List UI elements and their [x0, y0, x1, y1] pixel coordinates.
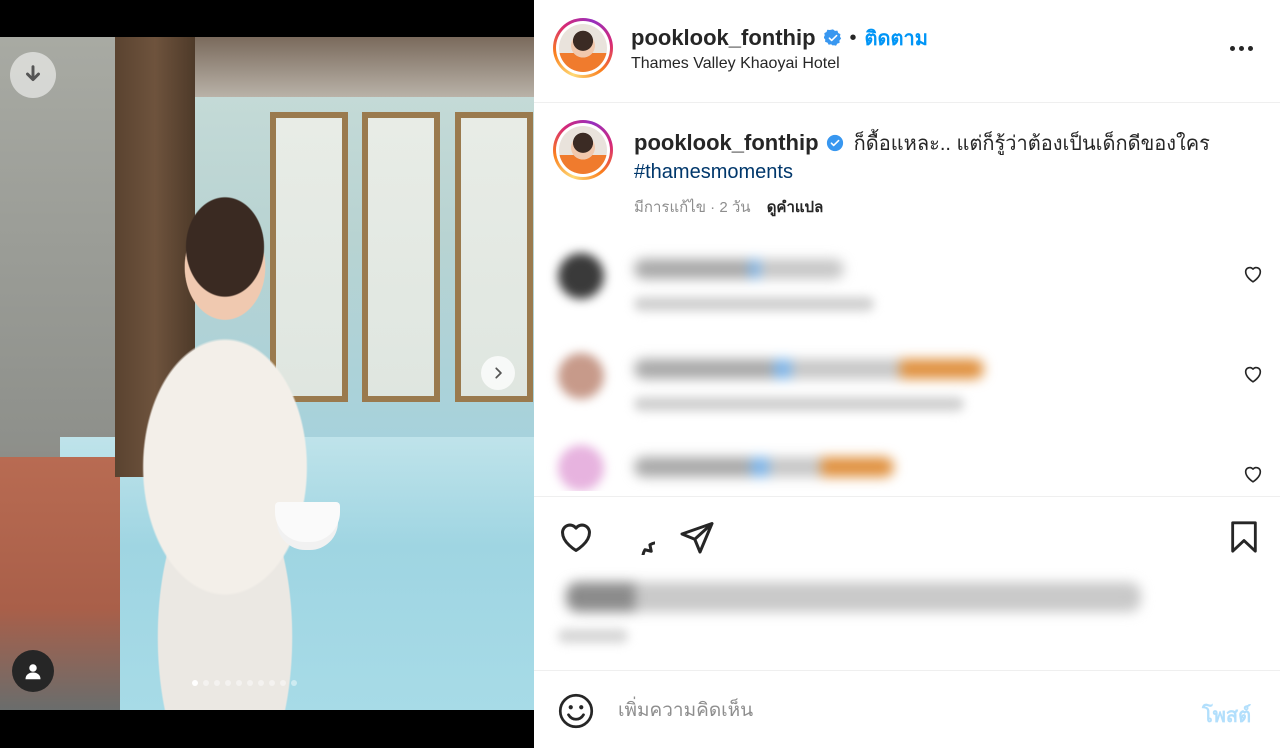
verified-badge-icon: [826, 134, 844, 152]
author-username[interactable]: pooklook_fonthip: [631, 25, 816, 51]
carousel-dot: [203, 680, 209, 686]
download-button[interactable]: [10, 52, 56, 98]
post-header: pooklook_fonthip • ติดตาม Thames Valley …: [534, 0, 1280, 103]
comment-meta-blurred: [634, 397, 964, 411]
photo-window: [362, 112, 440, 402]
more-options-button[interactable]: [1224, 34, 1258, 62]
carousel-dot: [236, 680, 242, 686]
photo-roof: [195, 37, 534, 97]
caption-hashtag[interactable]: #thamesmoments: [634, 161, 793, 183]
post-date-blurred: [558, 629, 628, 643]
post-actions: [534, 496, 1280, 671]
caption-edited-time: มีการแก้ไข · 2 วัน: [634, 199, 751, 216]
carousel-dot: [258, 680, 264, 686]
comment-button[interactable]: [617, 517, 657, 557]
like-button[interactable]: [556, 517, 596, 557]
comment-avatar[interactable]: [558, 445, 604, 491]
bookmark-icon: [1231, 521, 1257, 553]
author-line: pooklook_fonthip • ติดตาม: [631, 22, 928, 54]
more-icon-dot: [1238, 45, 1244, 51]
tagged-users-button[interactable]: [12, 650, 54, 692]
save-button[interactable]: [1224, 517, 1264, 557]
share-button[interactable]: [677, 517, 717, 557]
author-avatar[interactable]: [553, 18, 613, 78]
comment-avatar[interactable]: [558, 253, 604, 299]
carousel-dot: [192, 680, 198, 686]
likes-count-blurred: [566, 582, 1141, 612]
post-sidebar: pooklook_fonthip • ติดตาม Thames Valley …: [534, 0, 1280, 748]
share-icon: [680, 522, 714, 554]
carousel-indicator: [192, 680, 297, 686]
follow-button[interactable]: ติดตาม: [865, 22, 928, 54]
caption-avatar[interactable]: [553, 120, 613, 180]
carousel-dot: [291, 680, 297, 686]
post-modal: pooklook_fonthip • ติดตาม Thames Valley …: [0, 0, 1280, 748]
carousel-dot: [214, 680, 220, 686]
caption-body: pooklook_fonthip ก็ดื้อแหละ.. แต่ก็รู้ว่…: [634, 129, 1254, 186]
translate-link[interactable]: ดูคำแปล: [767, 199, 824, 216]
carousel-dot: [247, 680, 253, 686]
comment-text-blurred: [634, 259, 844, 279]
post-photo[interactable]: [0, 37, 534, 710]
caption-meta: มีการแก้ไข · 2 วัน ดูคำแปล: [634, 195, 823, 219]
photo-person: [95, 167, 355, 710]
more-icon-dot: [1247, 45, 1253, 51]
comment-item: [534, 233, 1280, 323]
carousel-dot: [269, 680, 275, 686]
next-image-button[interactable]: [481, 356, 515, 390]
separator-dot: •: [849, 26, 857, 49]
download-icon: [26, 65, 40, 82]
heart-icon: [561, 523, 591, 552]
heart-icon[interactable]: [1242, 263, 1264, 285]
post-comment-button[interactable]: โพสต์: [1202, 699, 1251, 731]
comment-input[interactable]: [618, 693, 1178, 729]
user-icon: [25, 664, 41, 680]
comments-list: [534, 233, 1280, 491]
heart-icon[interactable]: [1242, 463, 1264, 485]
post-location[interactable]: Thames Valley Khaoyai Hotel: [631, 55, 840, 73]
comment-item: [534, 333, 1280, 423]
media-pane: [0, 0, 534, 748]
verified-badge-icon: [823, 29, 841, 46]
comment-icon: [641, 541, 655, 555]
comment-meta-blurred: [634, 297, 874, 311]
emoji-icon[interactable]: [558, 693, 594, 729]
post-caption: pooklook_fonthip ก็ดื้อแหละ.. แต่ก็รู้ว่…: [534, 103, 1280, 233]
caption-text: ก็ดื้อแหละ.. แต่ก็รู้ว่าต้องเป็นเด็กดีขอ…: [853, 133, 1210, 155]
heart-icon[interactable]: [1242, 363, 1264, 385]
more-icon: [1229, 45, 1235, 51]
carousel-dot: [280, 680, 286, 686]
add-comment-bar: โพสต์: [534, 671, 1280, 748]
chevron-right-icon: [495, 367, 502, 379]
comment-item: [534, 433, 1280, 491]
carousel-dot: [225, 680, 231, 686]
comment-text-blurred: [634, 457, 894, 477]
comment-text-blurred: [634, 359, 984, 379]
caption-username[interactable]: pooklook_fonthip: [634, 130, 819, 155]
comment-avatar[interactable]: [558, 353, 604, 399]
